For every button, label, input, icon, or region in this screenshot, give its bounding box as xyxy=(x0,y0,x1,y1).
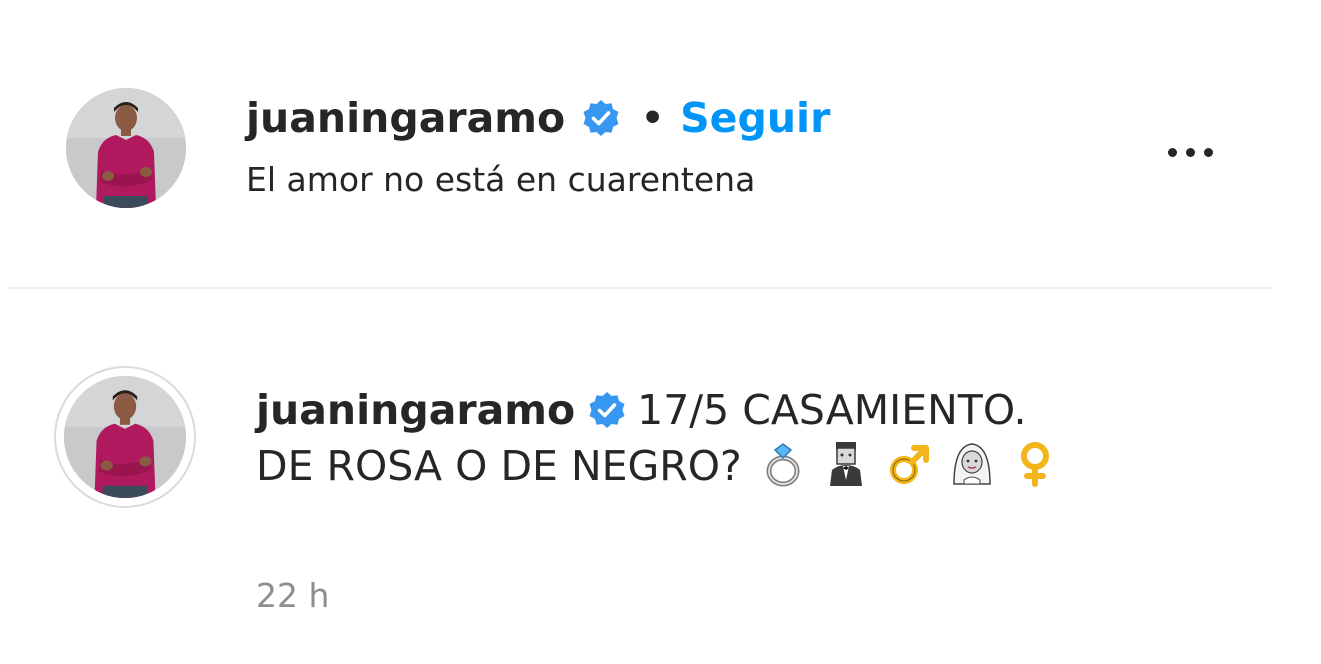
more-dot xyxy=(1203,147,1213,157)
verified-badge-icon xyxy=(581,98,621,138)
comment-username[interactable]: juaningaramo xyxy=(256,386,575,434)
more-dot xyxy=(1185,147,1195,157)
more-dot xyxy=(1167,147,1177,157)
profile-avatar[interactable] xyxy=(66,88,186,208)
post-location[interactable]: El amor no está en cuarentena xyxy=(246,158,830,202)
bride-with-veil-emoji xyxy=(950,440,994,488)
caption-text-line-1: 17/5 CASAMIENTO. xyxy=(637,386,1027,434)
caption-line-1: juaningaramo 17/5 CASAMIENTO. xyxy=(256,382,1236,438)
avatar-photo xyxy=(66,88,186,208)
header-username[interactable]: juaningaramo xyxy=(246,94,565,142)
ring-emoji xyxy=(761,440,805,488)
header-divider xyxy=(8,287,1272,289)
caption-line-2: DE ROSA O DE NEGRO? xyxy=(256,438,1236,494)
follow-button[interactable]: Seguir xyxy=(680,94,830,142)
more-options-icon[interactable] xyxy=(1150,128,1230,176)
male-sign-emoji xyxy=(887,440,931,488)
post-timestamp[interactable]: 22 h xyxy=(256,576,329,615)
separator-dot: • xyxy=(641,97,665,139)
avatar-photo xyxy=(64,376,186,498)
female-sign-emoji xyxy=(1013,440,1057,488)
caption-text-line-2: DE ROSA O DE NEGRO? xyxy=(256,442,742,490)
caption-text: juaningaramo 17/5 CASAMIENTO. DE ROSA O … xyxy=(256,382,1236,494)
comment-avatar[interactable] xyxy=(64,376,186,498)
man-in-tuxedo-emoji xyxy=(824,440,868,488)
post-header: juaningaramo • Seguir El amor no está en… xyxy=(0,0,1272,288)
header-name-row: juaningaramo • Seguir xyxy=(246,88,830,148)
verified-badge-icon xyxy=(587,390,627,430)
header-text: juaningaramo • Seguir El amor no está en… xyxy=(246,88,830,202)
